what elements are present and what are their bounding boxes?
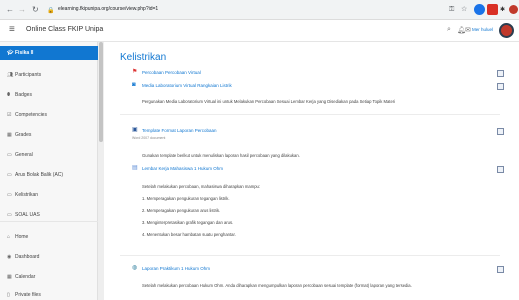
activity-link-lkm[interactable]: Lembar Kerja Mahasiswa 1 Hukum Ohm — [142, 166, 223, 171]
file-icon: ▯ — [7, 292, 10, 298]
puzzle-icon[interactable]: ✱ — [500, 5, 505, 15]
activity-link-percobaan-virtual[interactable]: Percobaan Percobaan Virtual — [142, 70, 201, 75]
sidebar-item-general[interactable]: ▭ General — [0, 148, 98, 162]
user-menu-name[interactable]: Mer huluel — [472, 27, 493, 32]
messages-icon[interactable]: ✉︎ — [465, 26, 471, 34]
completion-checkbox[interactable] — [497, 128, 504, 135]
completion-checkbox[interactable] — [497, 83, 504, 90]
folder-icon: ▭ — [7, 192, 12, 198]
sidebar-item-grades[interactable]: ▦ Grades — [0, 128, 98, 142]
folder-icon: ▭ — [7, 172, 12, 178]
sidebar-item-soal-uas[interactable]: ▭ SOAL UAS — [0, 208, 98, 222]
file-type-label: Word 2007 document — [132, 136, 166, 140]
sidebar-scrollbar-thumb[interactable] — [99, 42, 103, 142]
home-icon: ⌂ — [7, 234, 11, 240]
course-section-content: Kelistrikan ⚑ Percobaan Percobaan Virtua… — [104, 42, 519, 300]
assignment-icon: ◍ — [132, 265, 138, 271]
page-title: Kelistrikan — [120, 52, 167, 63]
completion-checkbox[interactable] — [497, 266, 504, 273]
hamburger-menu-icon[interactable]: ≡ — [9, 24, 15, 35]
activity-link-laporan[interactable]: Laporan Praktikum 1 Hukum Ohm — [142, 266, 210, 271]
sidebar-item-competencies[interactable]: ☑ Competencies — [0, 108, 98, 122]
completion-checkbox[interactable] — [497, 166, 504, 173]
reload-icon[interactable]: ↻ — [32, 5, 39, 15]
lkm-list-item: 1. Memperagakan pengukuran tegangan list… — [142, 196, 230, 201]
address-bar[interactable]: elearning.fkipunipa.org/course/view.php?… — [58, 6, 158, 12]
sidebar-nav: 🎓︎ Fisika II 👥︎ Participants ⬮ Badges ☑ Comp… — [0, 42, 98, 300]
forward-arrow-icon[interactable]: → — [18, 5, 26, 15]
activity-link-media-lab[interactable]: Media Laboratorium Virtual Rangkaian Lis… — [142, 83, 232, 88]
lkm-intro-text: Setelah melakukan percobaan, mahasiswa d… — [142, 184, 261, 189]
graduation-cap-icon: 🎓︎ — [7, 50, 14, 56]
lkm-list-item: 2. Memperagakan pengukuran arus listrik. — [142, 208, 221, 213]
divider — [120, 114, 500, 115]
lkm-list-item: 3. Menginterpretasikan grafik tegangan d… — [142, 220, 234, 225]
extension-icon[interactable] — [474, 4, 485, 15]
grades-icon: ▦ — [7, 132, 12, 138]
sidebar-item-calendar[interactable]: ▦ Calendar — [0, 270, 98, 284]
sidebar-item-dashboard[interactable]: ◉ Dashboard — [0, 250, 98, 264]
badge-icon: ⬮ — [7, 92, 11, 98]
dashboard-icon: ◉ — [7, 254, 12, 260]
star-icon[interactable]: ☆ — [461, 5, 467, 15]
lkm-list-item: 4. Menentukan besar hambatan suatu pengh… — [142, 232, 236, 237]
percobaan-icon: ⚑ — [132, 69, 138, 75]
key-icon[interactable]: ⚿ — [449, 5, 454, 15]
search-icon[interactable]: ⌕ — [447, 26, 451, 34]
word-document-icon: ▣ — [132, 127, 138, 133]
divider — [120, 255, 500, 256]
sidebar-item-participants[interactable]: 👥︎ Participants — [0, 68, 98, 82]
site-title[interactable]: Online Class FKIP Unipa — [26, 26, 103, 33]
activity-description: Setelah melakukan percobaan Hukum Ohm. A… — [142, 283, 412, 288]
competencies-icon: ☑ — [7, 112, 12, 118]
sidebar-item-fisika[interactable]: 🎓︎ Fisika II — [0, 46, 98, 60]
activity-description: Gunakan template berikut untuk menuliska… — [142, 153, 300, 158]
back-arrow-icon[interactable]: ← — [6, 5, 14, 15]
folder-icon: ▭ — [7, 212, 12, 218]
sidebar-item-arus-bolak-balik[interactable]: ▭ Arus Bolak Balik (AC) — [0, 168, 98, 182]
folder-icon: ▭ — [7, 152, 12, 158]
completion-checkbox[interactable] — [497, 70, 504, 77]
url-link-icon: ◙ — [132, 82, 136, 88]
activity-link-template[interactable]: Template Format Laporan Percobaan — [142, 128, 217, 133]
lock-icon: 🔒 — [47, 8, 55, 14]
activity-description: Pergunakan Media Laboratorium Virtual in… — [142, 99, 396, 104]
browser-toolbar: ← → ↻ 🔒 elearning.fkipunipa.org/course/v… — [0, 0, 519, 20]
app-header: ≡ Online Class FKIP Unipa ⌕ 🔔︎ ✉︎ Mer hu… — [0, 20, 519, 42]
sidebar-item-kelistrikan[interactable]: ▭ Kelistrikan — [0, 188, 98, 202]
extension-icon[interactable] — [487, 4, 498, 15]
avatar[interactable] — [499, 23, 514, 38]
sidebar-item-badges[interactable]: ⬮ Badges — [0, 88, 98, 102]
profile-icon[interactable] — [509, 5, 518, 14]
sidebar-item-private-files[interactable]: ▯ Private files — [0, 288, 98, 300]
sidebar-item-home[interactable]: ⌂ Home — [0, 230, 98, 244]
calendar-icon: ▦ — [7, 274, 12, 280]
users-icon: 👥︎ — [7, 72, 14, 78]
page-icon: ▤ — [132, 165, 138, 171]
